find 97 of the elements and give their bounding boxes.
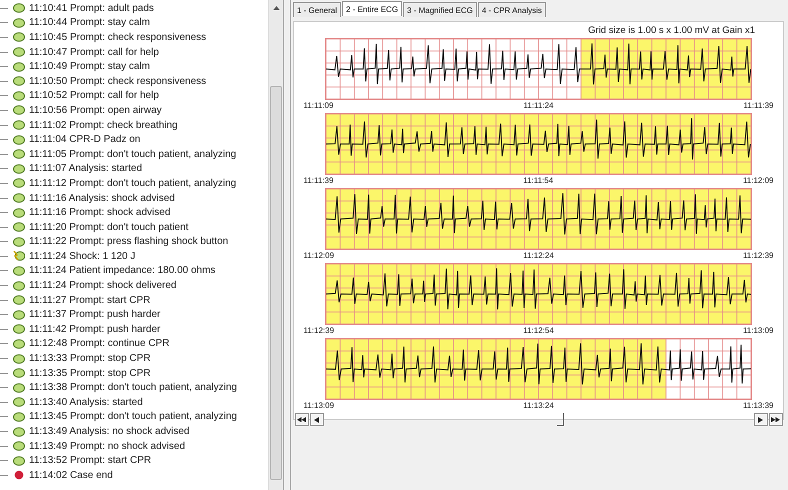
time-label: 11:13:09 — [742, 326, 774, 335]
time-label: 11:13:39 — [742, 401, 774, 410]
step-forward-button[interactable] — [754, 413, 768, 426]
time-label: 11:11:54 — [523, 176, 554, 185]
lightning-bubble-icon — [13, 251, 25, 262]
event-entry[interactable]: 11:13:33 Prompt: stop CPR — [29, 353, 151, 364]
event-entry[interactable]: 11:11:37 Prompt: push harder — [29, 309, 160, 320]
event-entry[interactable]: 11:10:44 Prompt: stay calm — [29, 17, 150, 28]
vertical-scrollbar[interactable] — [268, 0, 283, 490]
time-label: 11:12:24 — [523, 251, 554, 260]
event-entry[interactable]: 11:13:40 Analysis: started — [29, 396, 143, 408]
event-entry[interactable]: 11:11:02 Prompt: check breathing — [29, 120, 178, 131]
event-entry[interactable]: 11:11:07 Analysis: started — [29, 163, 142, 174]
speech-bubble-icon — [13, 324, 25, 334]
speech-bubble-icon — [13, 18, 25, 28]
time-label: 11:12:39 — [742, 251, 774, 260]
stop-dot-icon — [13, 470, 25, 480]
time-label: 11:13:24 — [523, 401, 554, 410]
event-entry[interactable]: 11:10:41 Prompt: adult pads — [29, 2, 154, 14]
speech-bubble-icon — [13, 222, 25, 232]
speech-bubble-icon — [13, 266, 25, 276]
event-entry[interactable]: 11:10:47 Prompt: call for help — [29, 46, 159, 58]
speech-bubble-icon — [13, 62, 25, 72]
event-entry[interactable]: 11:12:48 Prompt: continue CPR — [29, 338, 170, 350]
speech-bubble-icon — [13, 354, 25, 364]
speech-bubble-icon — [13, 295, 25, 306]
event-entry[interactable]: 11:13:38 Prompt: don't touch patient, analyzing — [29, 382, 237, 394]
rewind-button[interactable] — [294, 413, 308, 426]
event-entry[interactable]: 11:11:16 Analysis: shock advised — [29, 192, 175, 204]
speech-bubble-icon — [13, 310, 25, 320]
event-entry[interactable]: 11:11:16 Prompt: shock advised — [29, 207, 170, 218]
speech-bubble-icon — [13, 47, 25, 58]
speech-bubble-icon — [13, 382, 25, 393]
time-label: 11:12:09 — [742, 176, 774, 185]
event-entry[interactable]: 11:11:24 Patient impedance: 180.00 ohms — [29, 265, 216, 276]
double-right-arrow-icon — [771, 416, 780, 422]
step-back-button[interactable] — [310, 413, 324, 426]
event-entry[interactable]: 11:11:05 Prompt: don't touch patient, analyzing — [29, 148, 236, 160]
speech-bubble-icon — [13, 178, 25, 188]
event-entry[interactable]: 11:13:45 Prompt: don't touch patient, analyzing — [29, 411, 237, 422]
double-left-arrow-icon — [297, 416, 306, 422]
scrollbar-thumb[interactable] — [556, 413, 564, 426]
speech-bubble-icon — [13, 105, 25, 116]
speech-bubble-icon — [13, 280, 25, 291]
event-entry[interactable]: 11:11:42 Prompt: push harder — [29, 324, 160, 335]
speech-bubble-icon — [13, 397, 25, 408]
event-entry[interactable]: 11:13:52 Prompt: start CPR — [29, 455, 152, 466]
speech-bubble-icon — [13, 412, 25, 422]
tab[interactable]: 3 - Magnified ECG — [403, 2, 477, 17]
speech-bubble-icon — [13, 236, 25, 247]
speech-bubble-icon — [13, 76, 25, 86]
event-entry[interactable]: 11:11:24 Prompt: shock delivered — [29, 280, 176, 292]
speech-bubble-icon — [13, 368, 25, 378]
event-entry[interactable]: 11:10:49 Prompt: stay calm — [29, 61, 150, 72]
tab[interactable]: 1 - General — [293, 2, 342, 17]
time-label: 11:11:39 — [304, 176, 334, 185]
right-arrow-icon — [758, 416, 763, 422]
event-entry[interactable]: 11:11:12 Prompt: don't touch patient, analyzing — [29, 178, 236, 189]
event-entry[interactable]: 11:11:20 Prompt: don't touch patient — [29, 222, 188, 233]
speech-bubble-icon — [13, 134, 25, 145]
speech-bubble-icon — [13, 149, 25, 160]
speech-bubble-icon — [13, 338, 25, 349]
event-entry[interactable]: 11:10:50 Prompt: check responsiveness — [29, 76, 206, 87]
event-entry[interactable]: 11:10:56 Prompt: open airway — [29, 104, 162, 116]
event-entry[interactable]: 11:13:35 Prompt: stop CPR — [29, 368, 151, 379]
speech-bubble-icon — [13, 193, 25, 204]
speech-bubble-icon — [13, 120, 25, 130]
time-label: 11:11:24 — [524, 101, 554, 110]
event-entry[interactable]: 11:13:49 Prompt: no shock advised — [29, 440, 186, 452]
event-entry[interactable]: 11:11:22 Prompt: press flashing shock button — [29, 236, 228, 248]
speech-bubble-icon — [13, 3, 25, 14]
event-entry[interactable]: 11:14:02 Case end — [29, 470, 113, 481]
time-label: 11:12:54 — [523, 326, 554, 335]
event-entry[interactable]: 11:11:24 Shock: 1 120 J — [29, 250, 136, 262]
time-label: 11:12:39 — [304, 326, 334, 335]
speech-bubble-icon — [13, 426, 25, 437]
grid-caption: Grid size is 1.00 s x 1.00 mV at Gain x1 — [588, 25, 755, 36]
speech-bubble-icon — [13, 90, 25, 101]
speech-bubble-icon — [13, 164, 25, 174]
event-entry[interactable]: 11:13:49 Analysis: no shock advised — [29, 426, 190, 438]
fast-forward-button[interactable] — [768, 413, 782, 426]
time-label: 11:11:09 — [304, 101, 334, 110]
event-entry[interactable]: 11:11:27 Prompt: start CPR — [29, 294, 150, 306]
time-label: 11:11:39 — [744, 101, 774, 110]
scrollbar-thumb[interactable] — [270, 86, 282, 480]
event-entry[interactable]: 11:10:45 Prompt: check responsiveness — [29, 32, 206, 43]
time-label: 11:12:09 — [304, 251, 334, 260]
event-entry[interactable]: 11:11:04 CPR-D Padz on — [29, 134, 140, 146]
event-entry[interactable]: 11:10:52 Prompt: call for help — [29, 90, 159, 102]
tab[interactable]: 4 - CPR Analysis — [478, 2, 546, 17]
speech-bubble-icon — [13, 441, 25, 452]
tab[interactable]: 2 - Entire ECG — [342, 1, 402, 16]
left-arrow-icon — [314, 416, 319, 422]
time-label: 11:13:09 — [304, 401, 334, 410]
speech-bubble-icon — [13, 208, 25, 218]
speech-bubble-icon — [13, 456, 25, 466]
speech-bubble-icon — [13, 32, 25, 42]
